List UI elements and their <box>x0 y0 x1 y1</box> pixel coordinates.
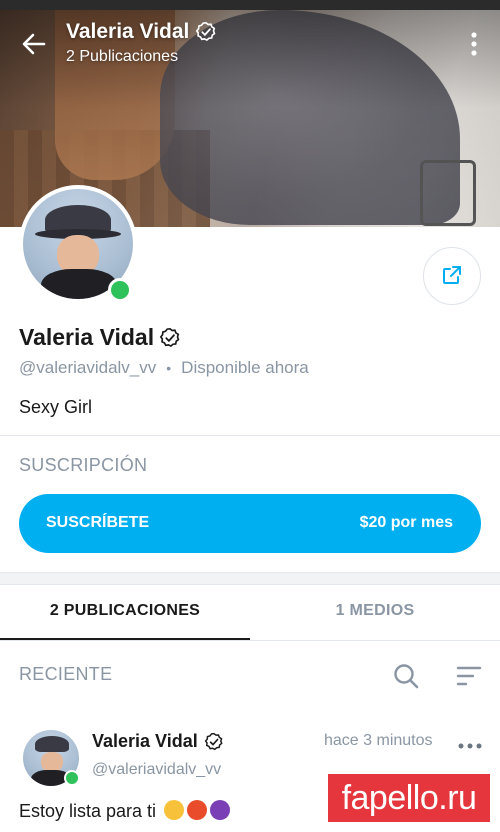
profile-name-text: Valeria Vidal <box>19 324 155 350</box>
post-online-indicator <box>64 770 80 786</box>
verified-icon <box>159 327 180 347</box>
post-author[interactable]: Valeria Vidal <box>92 731 224 752</box>
sort-button[interactable] <box>456 664 482 693</box>
more-options-button[interactable] <box>462 30 486 58</box>
post-author-name: Valeria Vidal <box>92 731 198 751</box>
sort-icon <box>456 666 482 686</box>
subscription-section-label: SUSCRIPCIÓN <box>19 455 148 475</box>
profile-handle: @valeriavidalv_vv <box>19 358 157 377</box>
availability-status: Disponible ahora <box>181 358 309 377</box>
share-icon <box>443 266 461 284</box>
more-horizontal-icon <box>458 743 482 749</box>
share-button[interactable] <box>423 247 481 305</box>
header-title: Valeria Vidal <box>66 20 217 44</box>
post-avatar-face <box>41 752 63 772</box>
subscribe-button[interactable]: SUSCRÍBETE $20 por mes <box>19 494 481 553</box>
watermark-logo: fapello.ru <box>328 774 490 822</box>
status-bar <box>0 0 500 10</box>
subscribe-button-label: SUSCRÍBETE <box>46 514 150 531</box>
back-arrow-icon <box>22 33 46 55</box>
header-name: Valeria Vidal <box>66 20 190 43</box>
post-author-handle: @valeriavidalv_vv <box>92 761 222 778</box>
avatar-body <box>41 269 117 299</box>
profile-name: Valeria Vidal <box>19 324 181 351</box>
post-timestamp: hace 3 minutos <box>324 732 433 749</box>
online-indicator <box>108 278 132 302</box>
tabs-divider <box>0 640 500 641</box>
smiling-devil-icon <box>210 800 231 820</box>
subscribe-price: $20 por mes <box>359 514 453 531</box>
verified-icon <box>196 21 216 42</box>
back-button[interactable] <box>18 28 50 60</box>
tab-media[interactable]: 1 MEDIOS <box>250 602 500 620</box>
feed-filter-label: RECIENTE <box>19 664 113 684</box>
verified-icon <box>204 732 223 750</box>
tab-posts[interactable]: 2 PUBLICACIONES <box>0 602 250 620</box>
header-post-count: 2 Publicaciones <box>66 48 179 65</box>
profile-meta: @valeriavidalv_vv • Disponible ahora <box>19 358 309 378</box>
divider <box>0 435 500 436</box>
meta-separator: • <box>166 360 172 376</box>
search-button[interactable] <box>392 662 420 695</box>
more-vertical-icon <box>471 32 477 56</box>
angry-face-icon <box>187 800 208 820</box>
search-icon <box>394 664 419 689</box>
profile-bio: Sexy Girl <box>19 397 93 417</box>
post-more-button[interactable] <box>458 738 482 756</box>
post-avatar-hat <box>35 736 69 752</box>
grimacing-face-icon <box>164 800 185 820</box>
post-text-content: Estoy lista para ti <box>19 801 157 821</box>
post-text: Estoy lista para ti <box>19 800 231 822</box>
section-gap <box>0 572 500 585</box>
